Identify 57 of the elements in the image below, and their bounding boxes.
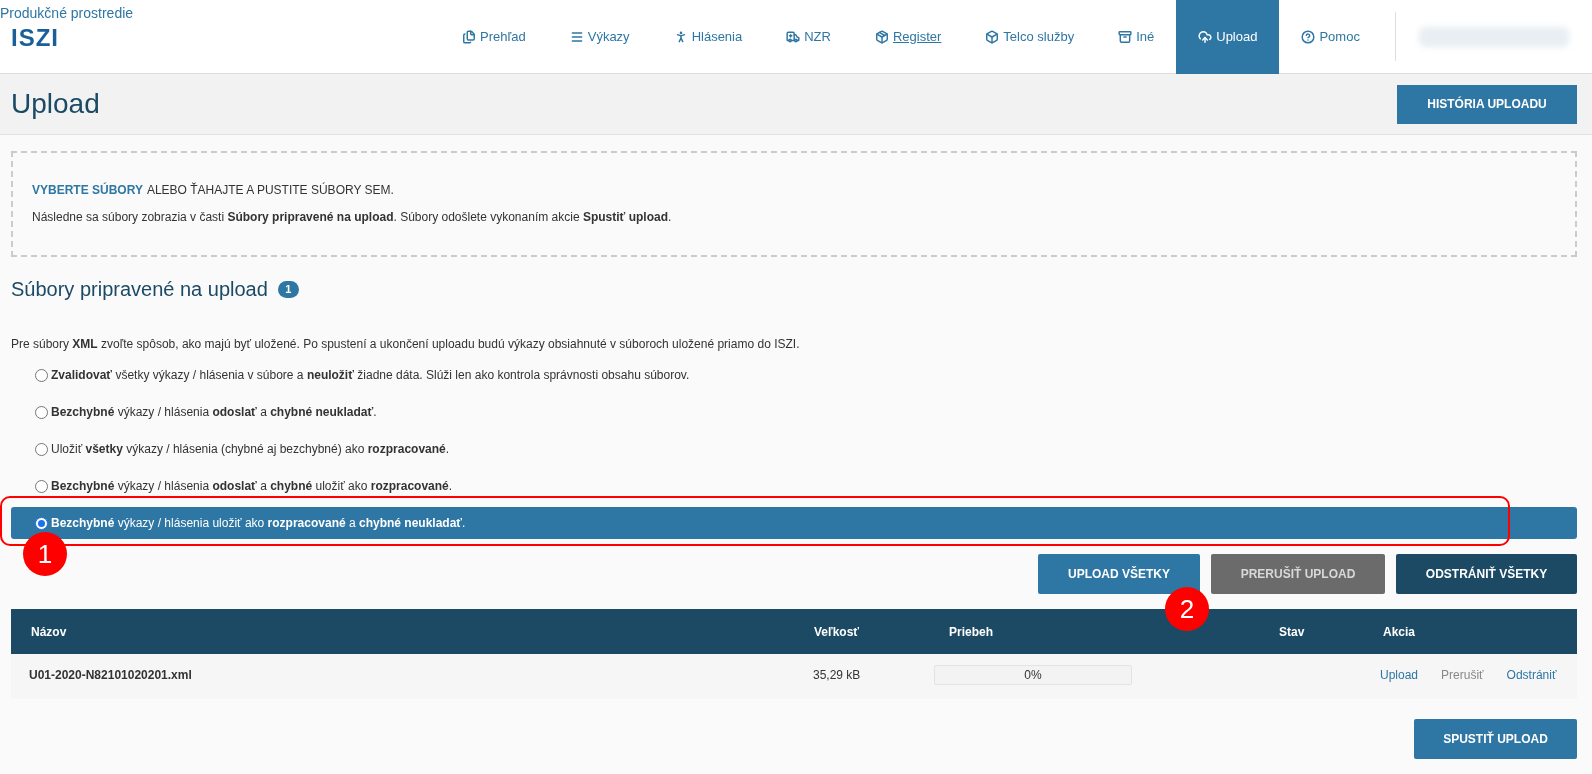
start-upload-button[interactable]: SPUSTIŤ UPLOAD [1414,719,1577,759]
history-button[interactable]: HISTÓRIA UPLOADU [1397,84,1577,124]
nav-tab[interactable]: Pomoc [1279,0,1382,74]
logo[interactable]: ISZI [11,25,59,50]
files-icon [462,30,476,44]
count-badge: 1 [277,280,299,298]
option-row[interactable]: Bezchybné výkazy / hlásenia odoslať a chybné neukladať. [11,396,1577,428]
nav-tab[interactable]: Telco služby [963,0,1097,74]
radio-button[interactable] [35,479,48,493]
column-header: Priebeh [949,624,993,639]
help-icon [1301,30,1316,44]
page-title: Upload [11,87,100,121]
radio-button[interactable] [35,405,48,419]
nav-tab[interactable]: Upload [1176,0,1280,74]
radio-button[interactable] [35,516,48,530]
option-row[interactable]: Uložiť všetky výkazy / hlásenia (chybné aj bezchybné) ako rozpracované. [11,433,1577,465]
action-link[interactable]: Upload [1380,666,1419,684]
box-icon [985,30,1000,44]
ambulance-icon [786,30,801,44]
radio-button[interactable] [35,442,48,456]
file-size: 35,29 kB [813,668,861,682]
option-row[interactable]: Bezchybné výkazy / hlásenia uložiť ako rozpracované a chybné neukladať. [11,507,1577,539]
option-label: Uložiť všetky výkazy / hlásenia (chybné aj bezchybné) ako rozpracované. [51,441,450,458]
cloud-upload-icon [1198,30,1213,44]
nav-tab[interactable]: Iné [1096,0,1177,74]
action-link[interactable]: Odstrániť [1506,666,1557,684]
action-button[interactable]: UPLOAD VŠETKY [1038,554,1200,594]
package-icon [874,30,889,44]
column-header: Stav [1279,624,1305,639]
action-button[interactable]: ODSTRÁNIŤ VŠETKY [1396,554,1577,594]
nav-tab[interactable]: Výkazy [547,0,652,74]
annotation-marker: 1 [23,532,67,576]
radio-button[interactable] [35,368,48,382]
select-files-link[interactable]: VYBERTE SÚBORY [32,181,143,199]
option-label: Zvalidovať všetky výkazy / hlásenia v súbore a neuložiť žiadne dáta. Slúži len ako kontrola správnosti obsahu súborov. [51,367,690,384]
archive-icon [1118,30,1133,44]
intro-text: Pre súbory XML zvoľte spôsob, ako majú byť uložené. Po spustení a ukončení uploadu budú výkazy obsiahnuté v súboroch uložené priamo do ISZI. [11,336,800,353]
drop-instruction: ALEBO ŤAHAJTE A PUSTITE SÚBORY SEM. [146,181,394,199]
file-name: U01-2020-N82101020201.xml [29,668,192,682]
column-header: Názov [31,624,67,639]
option-label: Bezchybné výkazy / hlásenia odoslať a chybné neukladať. [51,404,377,421]
column-header: Akcia [1383,624,1416,639]
nav-tab[interactable]: Prehľad [440,0,548,74]
drop-zone[interactable]: VYBERTE SÚBORY ALEBO ŤAHAJTE A PUSTITE SÚBORY SEM. Následne sa súbory zobrazia v časti Súbory pripravené na upload. Súbory odošlete vykonaním akcie Spustiť upload. [11,151,1577,257]
option-row[interactable]: Bezchybné výkazy / hlásenia odoslať a chybné uložiť ako rozpracované. [11,470,1577,502]
option-label: Bezchybné výkazy / hlásenia uložiť ako rozpracované a chybné neukladať. [51,515,466,532]
section-title: Súbory pripravené na upload [11,277,268,302]
nav-tab[interactable]: Register [852,0,964,74]
column-header: Veľkosť [814,624,860,639]
nav-tab[interactable]: Hlásenia [651,0,765,74]
option-label: Bezchybné výkazy / hlásenia odoslať a chybné uložiť ako rozpracované. [51,478,453,495]
menu-icon [569,30,584,44]
environment-label: Produkčné prostredie [0,5,134,23]
option-row[interactable]: Zvalidovať všetky výkazy / hlásenia v súbore a neuložiť žiadne dáta. Slúži len ako kontrola správnosti obsahu súborov. [11,359,1577,391]
drop-note: Následne sa súbory zobrazia v časti Súbory pripravené na upload. Súbory odošlete vykonaním akcie Spustiť upload. [32,209,672,226]
progress-reading: 0% [1024,667,1042,684]
nav-tab[interactable]: NZR [764,0,853,74]
